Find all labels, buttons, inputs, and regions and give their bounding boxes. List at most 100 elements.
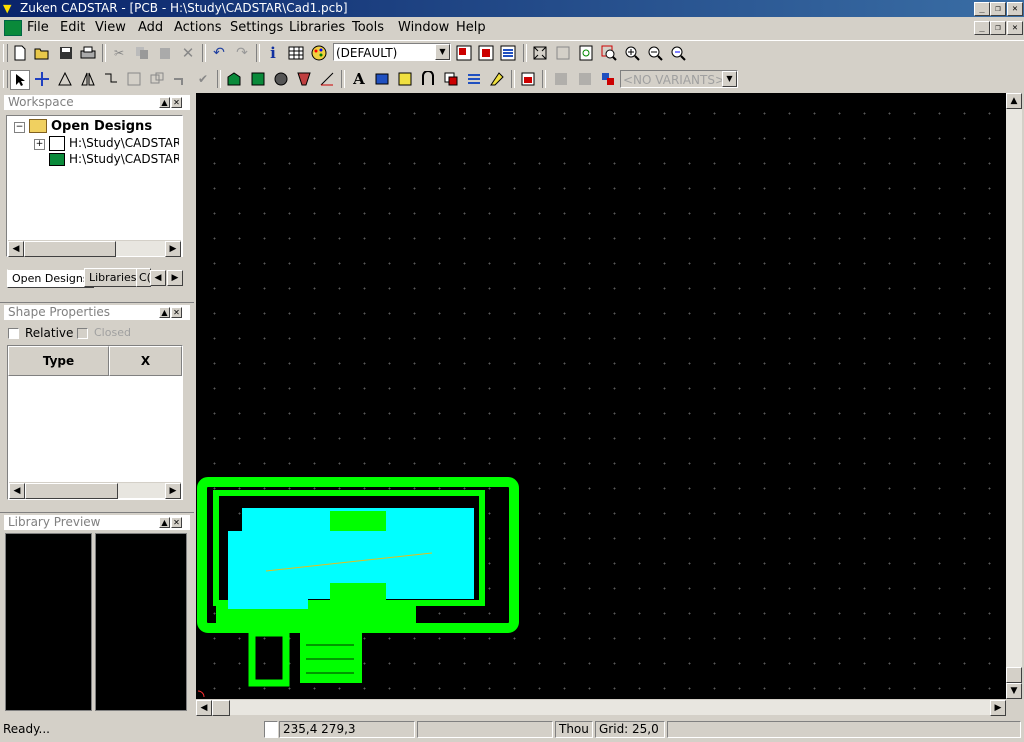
menu-window[interactable]: Window — [398, 20, 449, 35]
panel-close-button[interactable]: ✕ — [171, 97, 182, 108]
chevron-down-icon[interactable]: ▼ — [435, 44, 450, 60]
zoom-area-icon[interactable] — [600, 44, 618, 62]
scroll-left-icon[interactable]: ◀ — [8, 241, 24, 257]
menu-tools[interactable]: Tools — [352, 20, 384, 35]
palette-icon[interactable] — [310, 44, 328, 62]
add-text-icon[interactable]: A — [350, 70, 368, 88]
restore-button[interactable]: ❐ — [990, 2, 1006, 16]
tree-item-schematic[interactable]: H:\Study\CADSTAR\Cad1.scm — [69, 136, 179, 150]
zoom-out-icon[interactable] — [646, 44, 664, 62]
panel-close-button[interactable]: ✕ — [171, 517, 182, 528]
scroll-thumb[interactable] — [25, 483, 118, 499]
variant-edit-icon[interactable] — [576, 70, 594, 88]
scroll-down-icon[interactable]: ▼ — [1006, 683, 1022, 699]
undo-icon[interactable]: ↶ — [210, 44, 228, 62]
column-header-x[interactable]: X — [109, 346, 182, 376]
scroll-thumb[interactable] — [212, 700, 230, 716]
save-icon[interactable] — [57, 44, 75, 62]
info-icon[interactable]: i — [264, 44, 282, 62]
menu-libraries[interactable]: Libraries — [289, 20, 345, 35]
tree-root-label[interactable]: Open Designs — [51, 119, 152, 134]
menu-add[interactable]: Add — [138, 20, 163, 35]
add-shape-icon[interactable] — [295, 70, 313, 88]
add-label-icon[interactable] — [373, 70, 391, 88]
scroll-up-icon[interactable]: ▲ — [1006, 93, 1022, 109]
closed-checkbox[interactable] — [77, 328, 88, 339]
scroll-right-icon[interactable]: ▶ — [990, 700, 1006, 716]
column-header-type[interactable]: Type — [8, 346, 109, 376]
panel-float-button[interactable]: ▲ — [159, 97, 170, 108]
tree-collapse-icon[interactable]: − — [14, 122, 25, 133]
new-file-icon[interactable] — [11, 44, 29, 62]
group-icon[interactable] — [125, 70, 143, 88]
ungroup-icon[interactable] — [148, 70, 166, 88]
minimize-button[interactable]: _ — [974, 2, 990, 16]
close-button[interactable]: ✕ — [1007, 2, 1023, 16]
add-dimension-icon[interactable] — [318, 70, 336, 88]
add-area-icon[interactable] — [465, 70, 483, 88]
scroll-left-icon[interactable]: ◀ — [9, 483, 25, 499]
tab-more[interactable]: C( — [136, 268, 151, 287]
variant-icon[interactable] — [552, 70, 570, 88]
scroll-thumb[interactable] — [24, 241, 116, 257]
menu-view[interactable]: View — [95, 20, 126, 35]
table-icon[interactable] — [287, 44, 305, 62]
menu-actions[interactable]: Actions — [174, 20, 222, 35]
menu-help[interactable]: Help — [456, 20, 486, 35]
rotate-icon[interactable] — [56, 70, 74, 88]
tree-item-pcb[interactable]: H:\Study\CADSTAR\Cad1.pcb — [69, 152, 179, 166]
refresh-icon[interactable] — [577, 44, 595, 62]
tab-scroll-right-icon[interactable]: ▶ — [167, 270, 183, 286]
redo-icon[interactable]: ↷ — [233, 44, 251, 62]
add-rectangle-icon[interactable] — [249, 70, 267, 88]
layer-view-icon[interactable] — [455, 44, 473, 62]
panel-float-button[interactable]: ▲ — [159, 517, 170, 528]
add-via-icon[interactable] — [442, 70, 460, 88]
paste-icon[interactable] — [156, 44, 174, 62]
relative-checkbox[interactable] — [8, 328, 19, 339]
tree-expand-icon[interactable]: + — [34, 139, 45, 150]
cut-icon[interactable]: ✂ — [110, 44, 128, 62]
layer-stack-icon[interactable] — [499, 44, 517, 62]
chevron-down-icon[interactable]: ▼ — [722, 71, 737, 87]
variants-combo[interactable]: <NO VARIANTS> ▼ — [620, 70, 738, 88]
menu-file[interactable]: File — [27, 20, 49, 35]
menu-edit[interactable]: Edit — [60, 20, 85, 35]
tab-open-designs[interactable]: Open Designs — [7, 269, 94, 288]
tab-scroll-left-icon[interactable]: ◀ — [150, 270, 166, 286]
workspace-hscroll[interactable]: ◀ ▶ — [8, 240, 181, 257]
mdi-close-button[interactable]: ✕ — [1007, 21, 1023, 35]
add-component-icon[interactable] — [225, 70, 243, 88]
design-rules-icon[interactable] — [519, 70, 537, 88]
zoom-previous-icon[interactable] — [669, 44, 687, 62]
print-icon[interactable] — [79, 44, 97, 62]
scroll-thumb[interactable] — [1006, 667, 1022, 683]
layer-settings-icon[interactable] — [477, 44, 495, 62]
zoom-extents-icon[interactable] — [531, 44, 549, 62]
add-testpoint-icon[interactable] — [488, 70, 506, 88]
add-jumper-icon[interactable] — [419, 70, 437, 88]
move-icon[interactable] — [33, 70, 51, 88]
open-folder-icon[interactable] — [33, 44, 51, 62]
mdi-minimize-button[interactable]: _ — [974, 21, 990, 35]
zoom-window-icon[interactable] — [554, 44, 572, 62]
copy-icon[interactable] — [133, 44, 151, 62]
select-pointer-icon[interactable] — [10, 70, 30, 90]
panel-close-button[interactable]: ✕ — [171, 307, 182, 318]
add-circle-icon[interactable] — [272, 70, 290, 88]
delete-icon[interactable]: ✕ — [179, 44, 197, 62]
scroll-left-icon[interactable]: ◀ — [196, 700, 212, 716]
tab-libraries[interactable]: Libraries — [84, 268, 142, 287]
menu-settings[interactable]: Settings — [230, 20, 283, 35]
panel-float-button[interactable]: ▲ — [159, 307, 170, 318]
mirror-icon[interactable] — [79, 70, 97, 88]
variant-manager-icon[interactable] — [599, 70, 617, 88]
mdi-restore-button[interactable]: ❐ — [990, 21, 1006, 35]
layer-combo[interactable]: (DEFAULT) ▼ — [333, 43, 451, 61]
scroll-right-icon[interactable]: ▶ — [165, 241, 181, 257]
canvas-vscroll[interactable]: ▲ ▼ — [1006, 93, 1022, 699]
scroll-right-icon[interactable]: ▶ — [165, 483, 181, 499]
trim-icon[interactable] — [171, 70, 189, 88]
shape-grid-hscroll[interactable]: ◀ ▶ — [9, 482, 181, 499]
add-pad-icon[interactable] — [396, 70, 414, 88]
